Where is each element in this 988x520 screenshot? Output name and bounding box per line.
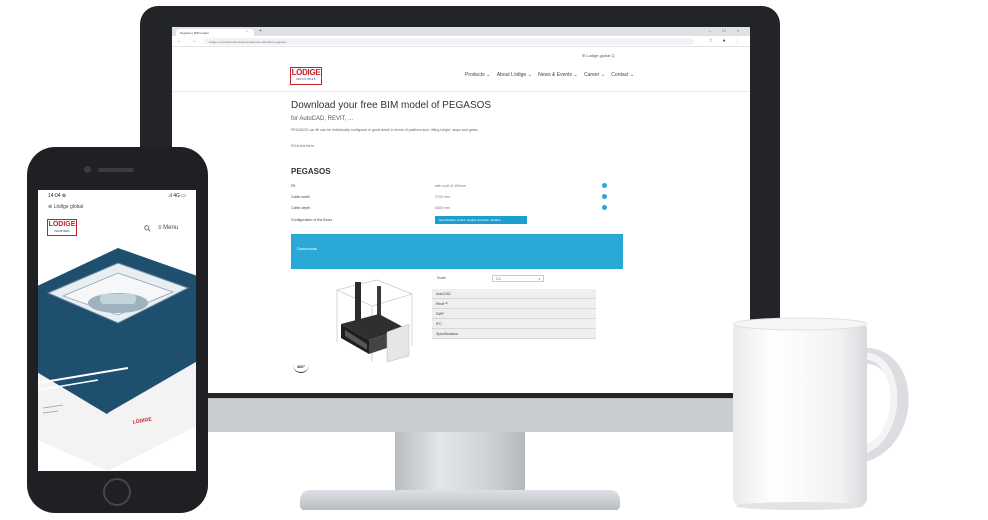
format-list: AutoCAD Revit™ DWF IFC Specifications: [432, 289, 596, 339]
nav-career[interactable]: Career ⌄: [584, 72, 605, 78]
config-check-icon[interactable]: [602, 205, 607, 210]
monitor-stand-base: [300, 490, 620, 510]
phone-camera: [84, 166, 91, 173]
phone-screen: 14:04 ⊕ ⁠.ıl 4G ▭ ⊕ Lödige global LÖDIGE…: [38, 190, 196, 471]
search-icon[interactable]: [144, 225, 151, 232]
tab-close-icon[interactable]: ×: [246, 29, 248, 33]
page-subtitle: for AutoCAD, REVIT, ...: [291, 116, 354, 122]
nav-news[interactable]: News & Events ⌄: [538, 72, 577, 78]
config-check-icon[interactable]: [602, 194, 607, 199]
phone-status-bar: 14:04 ⊕ ⁠.ıl 4G ▭: [38, 190, 196, 202]
logo-subline: INDUSTRIES: [291, 78, 321, 82]
format-ifc[interactable]: IFC: [432, 319, 596, 329]
url-field[interactable]: lodige.com/en/products/automated-car-par…: [204, 38, 694, 45]
config-value[interactable]: with a pit of 100mm: [435, 184, 466, 188]
status-time: 14:04 ⊕: [48, 193, 67, 199]
config-check-icon[interactable]: [602, 183, 607, 188]
new-tab-icon[interactable]: +: [259, 28, 262, 34]
view-360-icon[interactable]: 360°: [293, 364, 309, 373]
nav-products[interactable]: Products ⌄: [465, 72, 490, 78]
section-title: PEGASOS: [291, 167, 331, 176]
scale-value: 1:1: [496, 277, 501, 281]
car-lift-3d-render[interactable]: [317, 272, 417, 367]
site-logo[interactable]: LÖDIGE INDUSTRIES: [290, 67, 322, 85]
logo-wordmark: LÖDIGE: [291, 68, 321, 77]
downloads-label: Downloads: [297, 246, 317, 251]
scale-select[interactable]: 1:1 ▾: [492, 275, 544, 282]
downloads-panel: Downloads: [291, 234, 623, 269]
mobile-logo-wordmark: LÖDIGE: [48, 221, 76, 228]
config-row-width: Cabin width 2700 mm: [291, 194, 611, 202]
mobile-logo[interactable]: LÖDIGE INDUSTRIES: [47, 219, 77, 236]
config-value[interactable]: 5600 mm: [435, 206, 450, 210]
phone-speaker: [98, 168, 134, 172]
mobile-menu-button[interactable]: ≡ Menu: [158, 225, 178, 231]
browser-menu-icons[interactable]: ☆ ● ⋮: [709, 38, 744, 44]
site-topline-global[interactable]: ⊕ Lodige global Q: [582, 53, 614, 58]
page-title: Download your free BIM model of PEGASOS: [291, 100, 492, 111]
config-label: Configuration of the floors: [291, 218, 333, 222]
monitor-stand-neck: [395, 432, 525, 494]
fill-form-note: Fill in the form.: [291, 144, 315, 148]
browser-tab-bar: Pegasos | BIM model × + – ☐ ×: [172, 27, 750, 36]
monitor-chin: [140, 398, 780, 432]
phone-home-button: [103, 478, 131, 506]
config-label: Cabin depth: [291, 206, 311, 210]
scale-label: Scale: [437, 276, 446, 280]
page-description: PEGASOS car lift can be individually con…: [291, 128, 479, 132]
brochure-hero-image: [38, 248, 196, 471]
status-signal: ⁠.ıl 4G ▭: [167, 193, 186, 199]
header-divider: [172, 91, 750, 92]
floor-config-button[interactable]: Specification of floor heights and door …: [435, 216, 527, 224]
format-revit[interactable]: Revit™: [432, 299, 596, 309]
format-dwf[interactable]: DWF: [432, 309, 596, 319]
config-row-pit: Pit with a pit of 100mm: [291, 183, 611, 191]
window-controls[interactable]: – ☐ ×: [709, 28, 744, 33]
config-row-floors: Configuration of the floors Specificatio…: [291, 216, 611, 225]
tab-title: Pegasos | BIM model: [180, 31, 209, 35]
address-bar: ← → C lodige.com/en/products/automated-c…: [172, 36, 750, 47]
config-label: Pit: [291, 184, 296, 188]
chevron-down-icon: ▾: [538, 277, 540, 281]
config-row-depth: Cabin depth 5600 mm: [291, 205, 611, 213]
monitor-screen: Pegasos | BIM model × + – ☐ × ← → C lodi…: [172, 27, 750, 393]
mobile-global-link[interactable]: ⊕ Lödige global: [48, 204, 83, 210]
config-value[interactable]: 2700 mm: [435, 195, 450, 199]
config-label: Cabin width: [291, 195, 310, 199]
site-nav: Products ⌄ About Lödige ⌄ News & Events …: [460, 72, 634, 78]
format-autocad[interactable]: AutoCAD: [432, 289, 596, 299]
nav-contact[interactable]: Contact ⌄: [611, 72, 634, 78]
browser-tab[interactable]: Pegasos | BIM model: [176, 29, 254, 36]
coffee-mug: [733, 317, 909, 510]
mobile-logo-subline: INDUSTRIES: [54, 230, 70, 233]
nav-about[interactable]: About Lödige ⌄: [497, 72, 532, 78]
format-specifications[interactable]: Specifications: [432, 329, 596, 339]
